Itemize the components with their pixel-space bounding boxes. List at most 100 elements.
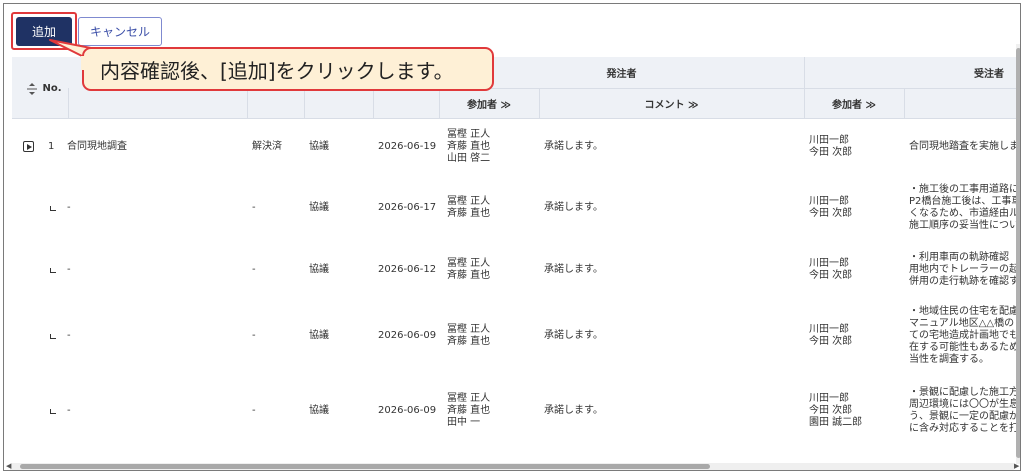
contractor-participants-line: 今田 次郎 (809, 208, 853, 219)
contractor-comment-line: ・景観に配慮した施工方 (909, 387, 1016, 398)
contractor-participants-line: 川田一郎 (809, 196, 849, 207)
contractor-participants-line: 園田 誠二郎 (809, 417, 863, 428)
contractor-participants: 川田一郎 今田 次郎 (809, 258, 852, 282)
vertical-scrollbar-thumb[interactable] (1016, 48, 1020, 458)
orderer-participants-line: 田中 一 (447, 417, 481, 428)
contractor-comment-line: くなるため、市道経由ル (909, 208, 1016, 219)
contractor-comment: ・利用車両の軌跡確認 用地内でトレーラーの起 併用の走行軌跡を確認す (909, 252, 1016, 288)
row-status: - (252, 264, 256, 275)
contractor-comment: ・地域住民の住宅を配慮 マニュアル地区△△橋の ての宅地造成計画地でも 在する可能性も… (909, 306, 1016, 366)
orderer-participants-line: 冨樫 正人 (447, 129, 491, 140)
orderer-participants-line: 斉藤 直也 (447, 405, 491, 416)
contractor-participants-line: 今田 次郎 (809, 405, 853, 416)
header-contractor: 受注者 (974, 69, 1004, 80)
contractor-participants-line: 川田一郎 (809, 324, 849, 335)
child-row-icon (50, 409, 56, 414)
contractor-comment-line: う、景観に一定の配慮が (909, 411, 1016, 422)
header-divider (373, 88, 374, 118)
contractor-comment-line: 周辺環境には〇〇が生息 (909, 399, 1016, 410)
row-status: - (252, 202, 256, 213)
contractor-participants-line: 川田一郎 (809, 135, 849, 146)
row-title: - (67, 202, 71, 213)
header-contractor-participants[interactable]: 参加者 ≫ (804, 88, 904, 118)
table-row[interactable] (12, 241, 1016, 299)
table-row[interactable] (12, 119, 1016, 175)
contractor-comment-line: ・施工後の工事用道路に (909, 184, 1016, 195)
row-number: 1 (48, 141, 55, 152)
row-type: 協議 (309, 264, 329, 275)
contractor-comment-line: 当性を調査する。 (909, 354, 989, 365)
row-status: - (252, 405, 256, 416)
header-no: No. (42, 82, 62, 94)
scroll-left-arrow-icon[interactable]: ◀ (6, 462, 11, 470)
header-orderer-participants[interactable]: 参加者 ≫ (439, 88, 539, 118)
orderer-participants-line: 冨樫 正人 (447, 324, 491, 335)
horizontal-scrollbar-thumb[interactable] (20, 464, 710, 469)
header-orderer-comment[interactable]: コメント ≫ (539, 88, 804, 118)
row-date: 2026-06-19 (378, 141, 437, 152)
contractor-comment-line: に含み対応することを打 (909, 423, 1016, 434)
contractor-comment-line: ・地域住民の住宅を配慮 (909, 306, 1016, 317)
row-date: 2026-06-09 (378, 405, 437, 416)
row-date: 2026-06-17 (378, 202, 437, 213)
callout-text: 内容確認後、[追加]をクリックします。 (100, 58, 454, 83)
contractor-comment: 合同現地踏査を実施しま (909, 141, 1016, 153)
row-type: 協議 (309, 405, 329, 416)
contractor-participants: 川田一郎 今田 次郎 (809, 324, 852, 348)
expand-caret-icon[interactable] (23, 141, 34, 152)
orderer-participants-line: 斉藤 直也 (447, 336, 491, 347)
orderer-participants-line: 山田 啓二 (447, 153, 491, 164)
contractor-participants: 川田一郎 今田 次郎 (809, 196, 852, 220)
contractor-comment-line: 在する可能性もあるため (909, 342, 1016, 353)
contractor-participants-line: 川田一郎 (809, 258, 849, 269)
contractor-participants-line: 川田一郎 (809, 393, 849, 404)
contractor-comment-line: 併用の走行軌跡を確認す (909, 276, 1016, 287)
discussion-table: No. 発注者 受注者 参加者 ≫ コメント ≫ 参加者 ≫ 1 合同現地調査 解決… (12, 57, 1016, 462)
header-divider (304, 88, 305, 118)
orderer-participants-line: 斉藤 直也 (447, 208, 491, 219)
orderer-participants-line: 冨樫 正人 (447, 393, 491, 404)
child-row-icon (50, 268, 56, 273)
orderer-participants: 冨樫 正人 斉藤 直也 (447, 258, 490, 282)
orderer-participants: 冨樫 正人 斉藤 直也 (447, 196, 490, 220)
orderer-participants: 冨樫 正人 斉藤 直也 田中 一 (447, 393, 490, 429)
child-row-icon (50, 334, 56, 339)
child-row-icon (50, 206, 56, 211)
header-divider (68, 88, 69, 118)
contractor-participants: 川田一郎 今田 次郎 (809, 135, 852, 159)
orderer-participants: 冨樫 正人 斉藤 直也 山田 啓二 (447, 129, 490, 165)
contractor-comment-line: P2橋台施工後は、工事車 (909, 196, 1016, 207)
table-row[interactable] (12, 299, 1016, 373)
row-title: - (67, 330, 71, 341)
table-row[interactable] (12, 175, 1016, 241)
row-type: 協議 (309, 330, 329, 341)
row-type: 協議 (309, 202, 329, 213)
orderer-comment: 承諾します。 (544, 141, 603, 152)
contractor-participants-line: 今田 次郎 (809, 147, 853, 158)
orderer-participants: 冨樫 正人 斉藤 直也 (447, 324, 490, 348)
header-divider (904, 88, 905, 118)
row-date: 2026-06-09 (378, 330, 437, 341)
orderer-participants-line: 冨樫 正人 (447, 196, 491, 207)
orderer-comment: 承諾します。 (544, 264, 603, 275)
table-row[interactable] (12, 373, 1016, 449)
contractor-comment: ・施工後の工事用道路に P2橋台施工後は、工事車 くなるため、市道経由ル 施工順序の妥… (909, 184, 1016, 232)
row-status: - (252, 330, 256, 341)
orderer-comment: 承諾します。 (544, 330, 603, 341)
row-status: 解決済 (252, 141, 282, 152)
contractor-comment-line: 施工順序の妥当性につい (909, 220, 1016, 231)
contractor-comment-line: マニュアル地区△△橋の (909, 318, 1015, 329)
row-title: - (67, 264, 71, 275)
contractor-participants-line: 今田 次郎 (809, 336, 853, 347)
contractor-participants: 川田一郎 今田 次郎 園田 誠二郎 (809, 393, 862, 429)
row-title: 合同現地調査 (67, 141, 127, 152)
instruction-callout: 内容確認後、[追加]をクリックします。 (82, 47, 494, 91)
sort-icon[interactable] (27, 83, 37, 95)
contractor-comment-line: 合同現地踏査を実施しま (909, 141, 1016, 152)
contractor-comment-line: ての宅地造成計画地でも (909, 330, 1016, 341)
contractor-comment-line: 用地内でトレーラーの起 (909, 264, 1016, 275)
scroll-right-arrow-icon[interactable]: ▶ (1014, 462, 1019, 470)
row-date: 2026-06-12 (378, 264, 437, 275)
row-type: 協議 (309, 141, 329, 152)
orderer-participants-line: 斉藤 直也 (447, 141, 491, 152)
